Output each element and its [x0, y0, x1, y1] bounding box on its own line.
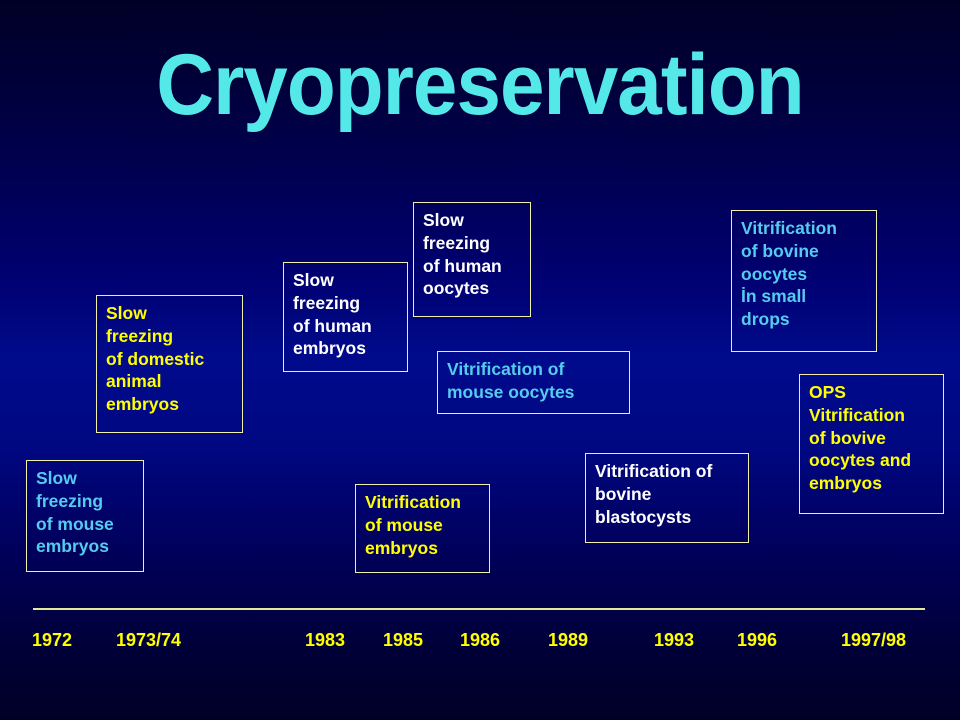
- timeline-box-vitrification-mouse-oocytes: Vitrification of mouse oocytes: [437, 351, 630, 414]
- timeline-box-slow-freezing-human-oocytes: Slow freezing of human oocytes: [413, 202, 531, 317]
- timeline-box-vitrification-bovine-blastocysts: Vitrification of bovine blastocysts: [585, 453, 749, 543]
- timeline-axis-line: [33, 608, 925, 610]
- slide-canvas: Cryopreservation Slow freezing of mouse …: [0, 0, 960, 720]
- timeline-year-1989: 1989: [548, 630, 589, 650]
- timeline-box-slow-freezing-domestic-animal-embryos: Slow freezing of domestic animal embryos: [96, 295, 243, 433]
- timeline-year-1983: 1983: [305, 630, 346, 650]
- timeline-box-vitrification-bovine-oocytes-small-drops: Vitrification of bovine oocytes İn small…: [731, 210, 877, 352]
- timeline-year-1973-74: 1973/74: [116, 630, 182, 650]
- timeline-box-slow-freezing-mouse-embryos: Slow freezing of mouse embryos: [26, 460, 144, 572]
- timeline-year-1985: 1985: [383, 630, 424, 650]
- timeline-year-1997-98: 1997/98: [841, 630, 907, 650]
- timeline-box-slow-freezing-human-embryos: Slow freezing of human embryos: [283, 262, 408, 372]
- page-title: Cryopreservation: [156, 37, 804, 133]
- timeline-box-vitrification-mouse-embryos: Vitrification of mouse embryos: [355, 484, 490, 573]
- timeline-year-labels: 1972 1973/74 1983 1985 1986 1989 1993 1996 1997/…: [0, 629, 960, 657]
- timeline-year-1996: 1996: [737, 630, 778, 650]
- timeline-year-1993: 1993: [654, 630, 695, 650]
- timeline-year-1972: 1972: [32, 630, 73, 650]
- timeline-year-1986: 1986: [460, 630, 501, 650]
- timeline-box-ops-vitrification-bovine-oocytes-embryos: OPS Vitrification of bovive oocytes and …: [799, 374, 944, 514]
